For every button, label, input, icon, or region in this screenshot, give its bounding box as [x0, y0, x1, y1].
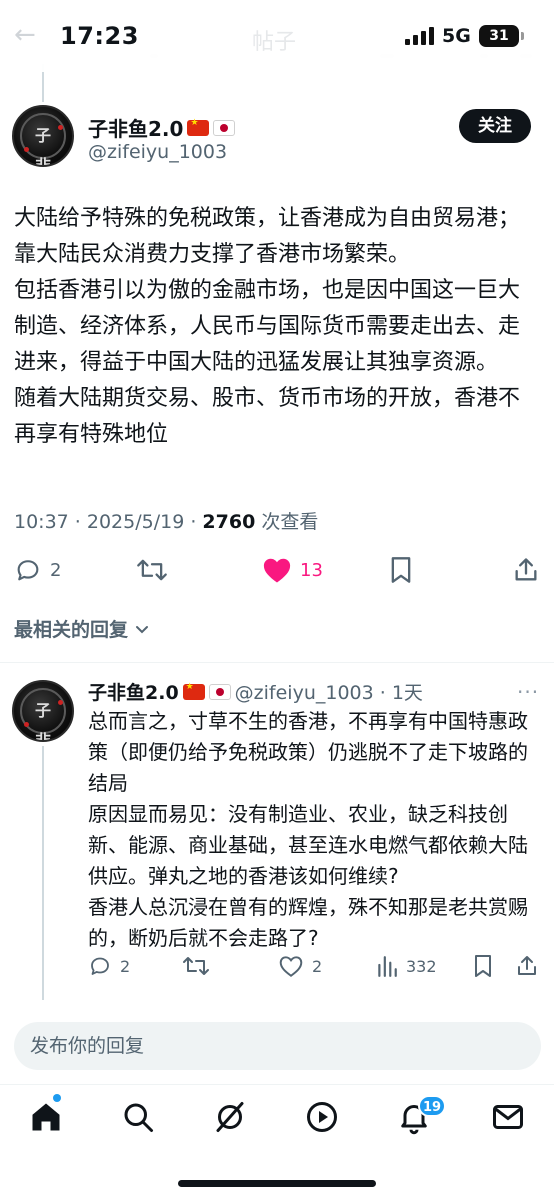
reply-share-button[interactable]	[515, 954, 539, 978]
mail-icon	[493, 1105, 523, 1129]
avatar-logo-icon: 子非	[34, 701, 51, 742]
battery-icon: 31	[479, 25, 524, 47]
chevron-down-icon	[136, 625, 149, 633]
notifications-badge: 19	[418, 1095, 447, 1117]
reply-count: 2	[50, 559, 62, 581]
follow-button[interactable]: 关注	[459, 109, 531, 143]
reply-paragraph: 总而言之，寸草不生的香港，不再享有中国特惠政策（即便仍给予免税政策）仍逃脱不了走…	[88, 709, 528, 795]
share-icon	[518, 956, 536, 975]
japan-flag-icon	[213, 119, 236, 136]
reply-input[interactable]: 发布你的回复	[14, 1022, 541, 1070]
post-timestamp: 10:37 · 2025/5/19 ·	[14, 511, 203, 533]
reply-like-button[interactable]: 2	[278, 954, 322, 978]
repost-icon	[137, 559, 167, 581]
reply-reply-button[interactable]: 2	[88, 954, 130, 978]
search-icon	[124, 1103, 153, 1132]
reply-view-count: 332	[406, 956, 437, 976]
status-time: 17:23	[60, 22, 139, 50]
reply-bookmark-button[interactable]	[472, 954, 494, 978]
reply-text: 总而言之，寸草不生的香港，不再享有中国特惠政策（即便仍给予免税政策）仍逃脱不了走…	[88, 706, 540, 954]
reply-display-name: 子非鱼2.0	[88, 682, 179, 704]
home-unread-dot	[53, 1094, 61, 1102]
author-handle[interactable]: @zifeiyu_1003	[88, 141, 227, 163]
bookmark-icon	[475, 955, 491, 977]
nav-home[interactable]	[28, 1099, 64, 1135]
china-flag-icon	[187, 118, 210, 136]
post-paragraph: 包括香港引以为傲的金融市场，也是因中国这一巨大制造、经济体系，人民币与国际货币需…	[14, 278, 521, 375]
sort-label: 最相关的回复	[14, 619, 129, 641]
reply-paragraph: 原因显而易见：没有制造业、农业，缺乏科技创新、能源、商业基础，甚至连水电燃气都依…	[88, 802, 528, 888]
reply-sort-toggle[interactable]: 最相关的回复	[14, 615, 150, 642]
post-paragraph: 大陆给予特殊的免税政策，让香港成为自由贸易港；靠大陆民众消费力支撑了香港市场繁荣…	[14, 206, 521, 267]
post-paragraph: 随着大陆期货交易、股市、货币市场的开放，香港不再享有特殊地位	[14, 386, 521, 447]
nav-grok[interactable]	[212, 1099, 248, 1135]
bookmark-button[interactable]	[388, 556, 414, 584]
post-text: 大陆给予特殊的免税政策，让香港成为自由贸易港；靠大陆民众消费力支撑了香港市场繁荣…	[14, 201, 539, 453]
avatar-logo-icon: 子非	[34, 126, 51, 167]
reply-reply-count: 2	[120, 956, 131, 976]
post-meta: 10:37 · 2025/5/19 · 2760 次查看	[14, 507, 318, 534]
japan-flag-icon	[208, 683, 231, 700]
reply-repost-button[interactable]	[182, 954, 210, 978]
reply-handle-time: @zifeiyu_1003 · 1天	[234, 682, 423, 704]
bottom-nav	[0, 1084, 554, 1154]
signal-icon	[405, 27, 434, 45]
post-actions: 2 13	[0, 550, 554, 594]
bookmark-icon	[391, 557, 411, 583]
repost-icon	[183, 957, 209, 975]
like-button[interactable]: 13	[262, 556, 323, 584]
section-divider	[0, 662, 554, 663]
nav-messages[interactable]	[490, 1099, 526, 1135]
display-name: 子非鱼2.0	[88, 117, 184, 141]
nav-search[interactable]	[120, 1099, 156, 1135]
heart-filled-icon	[263, 558, 291, 583]
avatar[interactable]: 子非	[12, 105, 74, 167]
china-flag-icon	[182, 682, 205, 700]
view-count[interactable]: 2760	[202, 511, 255, 533]
reply-avatar[interactable]: 子非	[12, 680, 74, 742]
share-icon	[515, 558, 537, 581]
back-arrow-icon[interactable]: ←	[14, 20, 36, 50]
nav-videos[interactable]	[304, 1099, 340, 1135]
repost-button[interactable]	[136, 556, 168, 584]
reply-paragraph: 香港人总沉浸在曾有的辉煌，殊不知那是老共赏赐的，断奶后就不会走路了?	[88, 895, 528, 950]
header-title: 帖子	[252, 30, 297, 55]
more-options-icon[interactable]: ···	[517, 680, 539, 704]
reply-views-button[interactable]: 332	[376, 954, 437, 978]
home-icon	[32, 1103, 60, 1131]
grok-icon	[216, 1102, 244, 1132]
analytics-icon	[378, 956, 397, 977]
reply-icon	[91, 957, 109, 975]
heart-icon	[279, 956, 303, 977]
reply-actions: 2 2 332	[0, 950, 554, 986]
home-indicator[interactable]	[178, 1180, 376, 1187]
like-count: 13	[300, 559, 323, 581]
play-circle-icon	[307, 1102, 337, 1132]
reply-icon	[17, 560, 39, 581]
view-label: 次查看	[255, 511, 319, 533]
reply-author[interactable]: 子非鱼2.0 @zifeiyu_1003 · 1天	[88, 678, 423, 705]
author-name[interactable]: 子非鱼2.0	[88, 113, 236, 142]
network-type: 5G	[442, 25, 471, 47]
reply-button[interactable]: 2	[14, 556, 61, 584]
reply-like-count: 2	[312, 956, 323, 976]
share-button[interactable]	[512, 556, 540, 584]
